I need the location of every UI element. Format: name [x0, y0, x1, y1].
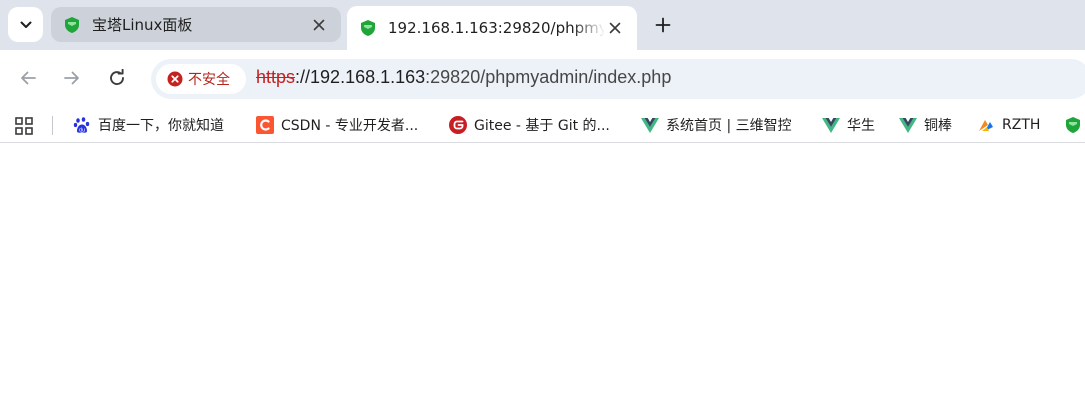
- page-content: [0, 143, 1085, 414]
- vue-icon: [822, 118, 840, 133]
- chevron-down-icon: [20, 21, 31, 28]
- bookmark-rzth[interactable]: RZTH: [977, 113, 1040, 137]
- tab-strip: 宝塔Linux面板 192.168.1.163:29820/phpmyadmin…: [0, 0, 1085, 50]
- baota-shield-icon: [65, 16, 79, 33]
- reload-icon: [110, 69, 124, 85]
- bookmark-label: CSDN - 专业开发者...: [281, 118, 419, 134]
- tab-baota[interactable]: 宝塔Linux面板: [51, 7, 341, 42]
- baota-shield-icon: [361, 20, 375, 36]
- bookmark-baota-overflow[interactable]: [1064, 113, 1085, 137]
- bookmark-baidu[interactable]: du 百度一下，你就知道: [73, 113, 224, 137]
- close-icon: [609, 22, 621, 34]
- tab-search-button[interactable]: [8, 7, 43, 42]
- vue-icon: [899, 118, 917, 133]
- vue-icon: [641, 118, 659, 133]
- forward-button[interactable]: [58, 64, 86, 92]
- url-scheme: https: [256, 67, 296, 87]
- reload-button[interactable]: [103, 64, 131, 92]
- bookmark-label: 系统首页 | 三维智控: [666, 118, 792, 134]
- baota-shield-icon: [1066, 117, 1080, 133]
- tab-title: 宝塔Linux面板: [92, 16, 193, 34]
- url-host: ://192.168.1.163: [295, 67, 426, 87]
- apps-grid-icon[interactable]: [14, 116, 34, 136]
- close-icon: [313, 19, 325, 30]
- svg-text:du: du: [79, 127, 85, 133]
- bookmark-tongbang[interactable]: 铜棒: [899, 113, 952, 137]
- url-text[interactable]: https://192.168.1.163:29820/phpmyadmin/i…: [256, 67, 671, 88]
- tab-phpmyadmin[interactable]: 192.168.1.163:29820/phpmyadmin/index.php: [347, 6, 637, 50]
- close-tab-button[interactable]: [309, 15, 329, 35]
- plus-icon: [655, 17, 671, 33]
- bookmark-label: 华生: [847, 118, 875, 134]
- bookmark-label: Gitee - 基于 Git 的...: [474, 118, 610, 134]
- csdn-icon: [256, 116, 274, 134]
- gitee-icon: [449, 116, 467, 134]
- bookmark-label: 百度一下，你就知道: [98, 118, 224, 134]
- arrow-left-icon: [21, 71, 36, 85]
- insecure-warning-icon: [167, 71, 183, 87]
- arrow-right-icon: [64, 71, 79, 85]
- address-bar[interactable]: 不安全 https://192.168.1.163:29820/phpmyadm…: [151, 59, 1085, 99]
- url-path: :29820/phpmyadmin/index.php: [425, 67, 672, 87]
- baidu-icon: du: [73, 117, 90, 133]
- back-button[interactable]: [14, 64, 42, 92]
- new-tab-button[interactable]: [650, 12, 676, 38]
- bookmarks-bar: du 百度一下，你就知道 CSDN - 专业开发者... Gitee - 基于 …: [0, 108, 1085, 143]
- rzth-icon: [979, 120, 993, 131]
- security-label: 不安全: [188, 72, 230, 88]
- security-status-chip[interactable]: 不安全: [156, 64, 246, 94]
- bookmark-gitee[interactable]: Gitee - 基于 Git 的...: [449, 113, 610, 137]
- toolbar: 不安全 https://192.168.1.163:29820/phpmyadm…: [0, 50, 1085, 108]
- bookmark-huasheng[interactable]: 华生: [822, 113, 875, 137]
- bookmark-label: RZTH: [1002, 117, 1041, 133]
- bookmarks-divider: [52, 116, 53, 135]
- bookmark-sanwei[interactable]: 系统首页 | 三维智控: [641, 113, 792, 137]
- tab-title: 192.168.1.163:29820/phpmyadmin/index.php: [388, 19, 605, 37]
- bookmark-csdn[interactable]: CSDN - 专业开发者...: [256, 113, 418, 137]
- close-tab-button[interactable]: [605, 18, 625, 38]
- bookmark-label: 铜棒: [924, 118, 952, 134]
